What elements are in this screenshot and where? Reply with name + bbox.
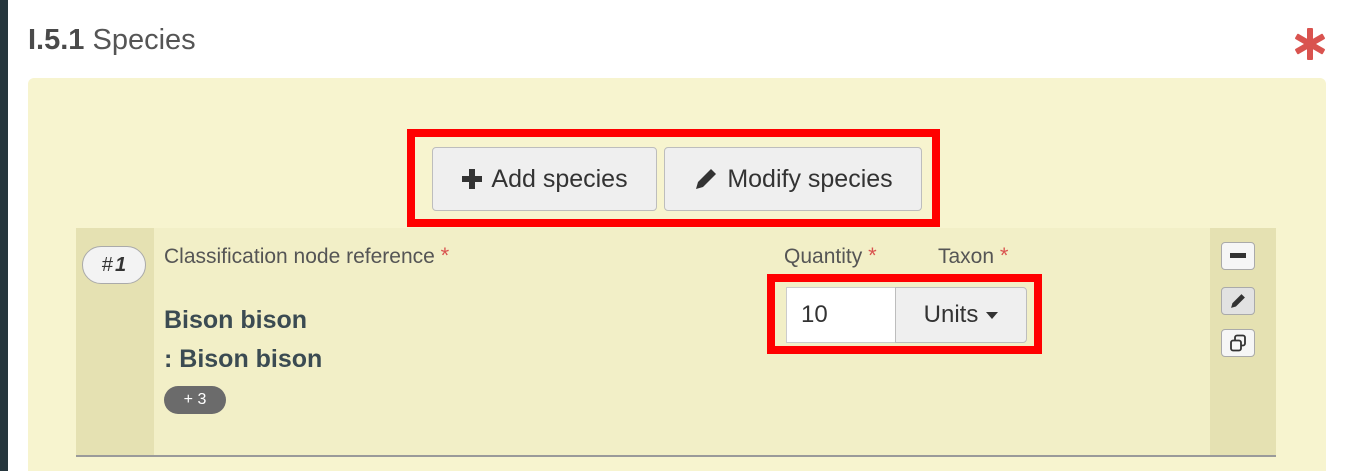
row-index-number: 1 — [115, 253, 127, 276]
section-title: I.5.1 Species — [28, 24, 196, 57]
required-asterisk-icon: * — [999, 243, 1009, 268]
classification-label: Classification node reference * — [164, 243, 449, 269]
pencil-icon — [1231, 294, 1245, 308]
quantity-label: Quantity * — [784, 243, 877, 269]
species-name: Bison bison — [164, 306, 308, 334]
copy-icon — [1230, 334, 1246, 352]
taxon-label: Taxon * — [938, 243, 1008, 269]
section-code: I.5.1 — [28, 24, 85, 56]
edit-row-button[interactable] — [1221, 287, 1255, 315]
row-index-prefix: # — [101, 253, 113, 276]
remove-row-button[interactable] — [1221, 242, 1255, 270]
species-subname: : Bison bison — [164, 345, 323, 373]
required-asterisk-icon: * — [440, 243, 450, 268]
minus-icon — [1230, 253, 1246, 258]
section-title-text: Species — [92, 24, 196, 56]
taxon-label-text: Taxon — [938, 245, 995, 268]
buttons-highlight-box — [407, 129, 940, 227]
row-index-badge: #1 — [82, 246, 146, 284]
copy-row-button[interactable] — [1221, 329, 1255, 357]
quantity-label-text: Quantity — [784, 245, 863, 268]
extra-count-badge[interactable]: + 3 — [164, 386, 226, 414]
quantity-highlight-box — [767, 274, 1042, 354]
classification-label-text: Classification node reference — [164, 245, 435, 268]
left-accent-bar — [0, 0, 8, 471]
required-asterisk-icon: * — [868, 243, 877, 268]
required-asterisk-icon — [1295, 28, 1325, 60]
